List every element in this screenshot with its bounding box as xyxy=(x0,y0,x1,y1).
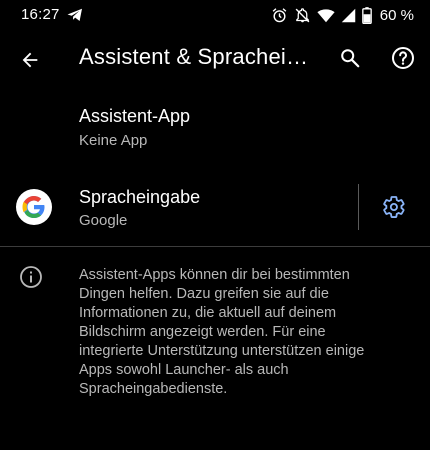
app-bar: Assistent & Sprachei… xyxy=(0,30,430,86)
status-bar: 16:27 60 % xyxy=(0,0,430,30)
section-divider xyxy=(0,246,430,247)
info-icon xyxy=(20,266,42,288)
alarm-icon xyxy=(272,7,287,22)
search-button[interactable] xyxy=(334,42,366,74)
help-icon xyxy=(392,47,414,69)
telegram-icon xyxy=(67,8,82,21)
assistant-app-preference[interactable]: Assistent-App Keine App xyxy=(0,94,430,164)
vertical-divider xyxy=(358,184,359,230)
status-time: 16:27 xyxy=(21,6,60,23)
battery-percentage: 60 % xyxy=(379,6,414,24)
search-icon xyxy=(341,49,360,68)
page-title: Assistent & Sprachei… xyxy=(79,44,309,69)
google-logo xyxy=(16,189,52,225)
notifications-off-icon xyxy=(295,7,310,22)
status-icons: 60 % xyxy=(271,5,414,25)
settings-screen: 16:27 60 % Assistent & Sprachei… Assiste… xyxy=(0,0,430,450)
arrow-back-icon xyxy=(22,52,38,68)
help-button[interactable] xyxy=(387,42,419,74)
cellular-signal-icon xyxy=(341,8,356,22)
assistant-app-title: Assistent-App xyxy=(79,106,191,126)
voice-input-settings-button[interactable] xyxy=(378,191,410,223)
gear-icon xyxy=(383,196,405,218)
battery-icon xyxy=(361,6,372,24)
back-button[interactable] xyxy=(14,44,46,76)
wifi-icon xyxy=(317,8,335,22)
voice-input-preference[interactable]: Spracheingabe Google xyxy=(0,170,430,244)
assistant-app-summary: Keine App xyxy=(79,132,148,149)
info-description: Assistent-Apps können dir bei bestimmten… xyxy=(79,267,365,397)
voice-input-summary: Google xyxy=(79,212,128,229)
voice-input-title: Spracheingabe xyxy=(79,187,201,207)
